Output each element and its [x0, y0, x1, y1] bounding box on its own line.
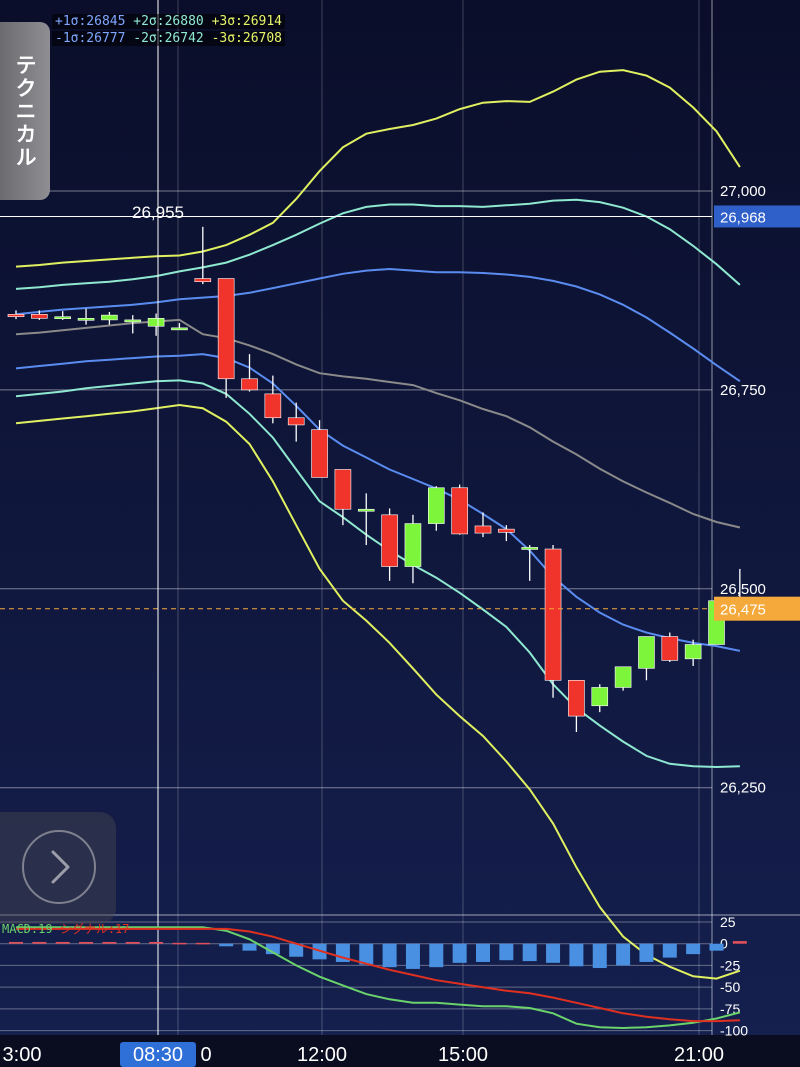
candle-up [357, 508, 375, 512]
candle-up [591, 687, 609, 707]
macd-histogram-bar [429, 943, 444, 968]
technical-tab-label: テクニカル [13, 53, 37, 169]
technical-tab[interactable]: テクニカル [0, 22, 50, 200]
bollinger-legend-upper: +1σ:26845 +2σ:26880 +3σ:26914 [52, 14, 286, 29]
candle-up [427, 487, 445, 524]
macd-histogram-bar [149, 941, 164, 944]
time-tick-label: 0 [200, 1044, 211, 1066]
crosshair-price-label: 26,955 [132, 203, 184, 222]
legend-plus3: +3σ:26914 [211, 14, 283, 29]
candle-up [147, 318, 165, 327]
macd-tick-label: -50 [720, 979, 740, 995]
current-price-label: 26,475 [720, 602, 766, 619]
candle-down [568, 679, 585, 717]
candle-down [498, 528, 515, 533]
chart-background [0, 0, 800, 1067]
candle-up [404, 523, 422, 567]
macd-histogram-bar [546, 943, 561, 963]
macd-histogram-bar [242, 943, 257, 951]
time-tick-label: 12:00 [297, 1044, 347, 1066]
macd-histogram-bar [195, 942, 210, 945]
macd-histogram-bar [382, 943, 397, 968]
price-tick-label: 26,500 [720, 581, 766, 598]
macd-histogram-bar [569, 943, 584, 967]
legend-minus2: -2σ:26742 [133, 31, 204, 46]
macd-histogram-bar [592, 943, 607, 969]
candle-down [474, 525, 492, 534]
macd-histogram-bar [219, 943, 234, 947]
time-tick-label: 3:00 [3, 1044, 42, 1066]
candle-down [334, 469, 352, 510]
price-tick-label: 26,250 [720, 780, 766, 797]
macd-histogram-bar [452, 943, 467, 963]
macd-tick-label: -25 [720, 957, 740, 973]
candle-up [101, 314, 118, 321]
candle-down [661, 636, 679, 661]
macd-histogram-bar [616, 943, 631, 966]
candle-up [124, 319, 142, 323]
candle-up [521, 547, 539, 550]
macd-tick-label: 25 [720, 914, 736, 930]
candle-down [451, 487, 468, 535]
macd-legend-value: MACD:19 [2, 922, 53, 936]
macd-histogram-bar [102, 941, 117, 944]
candle-down [217, 278, 235, 380]
macd-histogram-bar [32, 941, 47, 944]
candlestick-chart[interactable]: 27,000 26,750 26,500 26,250 26,968 26,475 26,9… [0, 0, 800, 1067]
macd-histogram-bar [405, 943, 420, 969]
candle-down [544, 548, 562, 681]
macd-histogram-bar [522, 943, 537, 962]
macd-histogram-bar [476, 943, 490, 962]
macd-histogram-bar [172, 942, 187, 945]
macd-legend: MACD:19 シグナル:17 [2, 920, 130, 937]
candle-up [54, 316, 72, 320]
candle-down [311, 429, 328, 478]
next-button[interactable] [0, 812, 116, 924]
macd-histogram-bar [79, 941, 94, 944]
candle-down [381, 514, 398, 567]
candle-up [638, 636, 655, 669]
candle-up [684, 644, 702, 660]
price-tick-label: 27,000 [720, 183, 766, 200]
candle-up [77, 318, 95, 321]
macd-histogram-bar [662, 943, 677, 958]
time-tick-label: 21:00 [674, 1044, 724, 1066]
candle-down [287, 417, 305, 426]
macd-tick-label: -100 [720, 1023, 748, 1039]
candle-down [264, 393, 282, 419]
macd-histogram-bar [9, 941, 23, 944]
legend-minus1: -1σ:26777 [55, 31, 126, 46]
candle-down [241, 378, 258, 391]
macd-histogram-bar [499, 943, 514, 961]
bollinger-legend-lower: -1σ:26777 -2σ:26742 -3σ:26708 [52, 31, 286, 46]
macd-histogram-bar [732, 941, 747, 944]
legend-plus1: +1σ:26845 [55, 14, 126, 29]
time-tick-label: 15:00 [438, 1044, 488, 1066]
legend-minus3: -3σ:26708 [211, 31, 283, 46]
macd-histogram-bar [55, 941, 70, 944]
candle-down [31, 314, 48, 319]
macd-histogram-bar [125, 941, 140, 944]
macd-histogram-bar [709, 943, 724, 951]
candle-up [171, 327, 188, 331]
candle-down [7, 314, 25, 318]
price-marker-label: 26,968 [720, 209, 766, 226]
chevron-right-icon [22, 830, 96, 904]
macd-histogram-bar [639, 943, 654, 962]
crosshair-time-label: 08:30 [133, 1044, 183, 1066]
candle-down [194, 278, 212, 283]
price-tick-label: 26,750 [720, 382, 766, 399]
candle-up [614, 666, 632, 688]
macd-histogram-bar [686, 943, 701, 955]
signal-legend-value: シグナル:17 [59, 922, 130, 936]
legend-plus2: +2σ:26880 [133, 14, 204, 29]
